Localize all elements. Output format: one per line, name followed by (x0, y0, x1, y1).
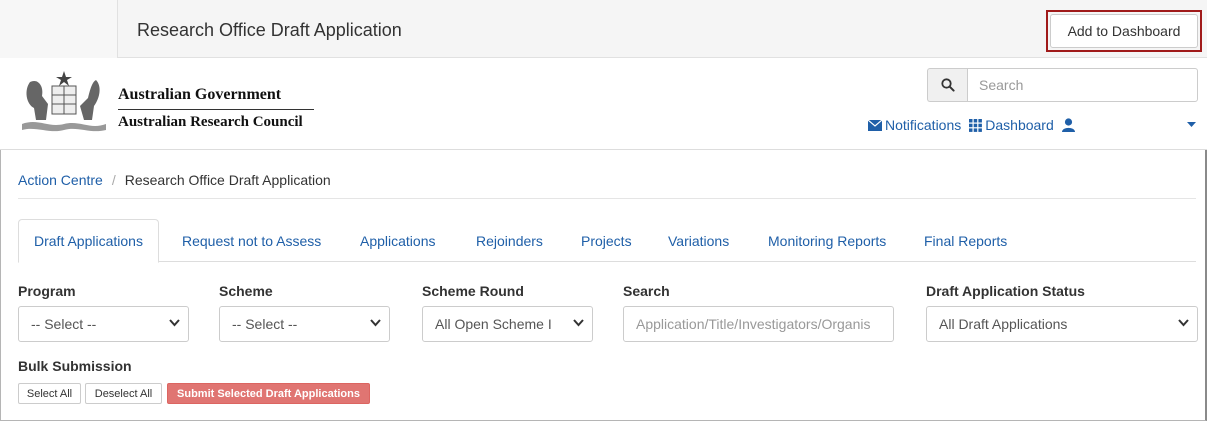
dashboard-label: Dashboard (985, 117, 1054, 133)
envelope-icon (868, 119, 882, 131)
program-select[interactable]: -- Select -- (18, 306, 189, 342)
search-filter-label: Search (623, 283, 670, 299)
grid-icon (969, 118, 983, 132)
application-search-input[interactable] (623, 306, 894, 342)
bulk-submission-label: Bulk Submission (18, 358, 132, 374)
chevron-down-icon (169, 319, 180, 327)
chevron-down-icon (370, 319, 381, 327)
status-label: Draft Application Status (926, 283, 1085, 299)
tab-monitoring-reports[interactable]: Monitoring Reports (753, 219, 901, 262)
program-label: Program (18, 283, 76, 299)
breadcrumb-divider (18, 198, 1196, 199)
program-select-value: -- Select -- (31, 316, 97, 332)
breadcrumb-action-centre[interactable]: Action Centre (18, 172, 103, 188)
scheme-round-select-value: All Open Scheme I (435, 316, 552, 332)
header-search (927, 68, 1198, 102)
chevron-down-icon (1178, 319, 1189, 327)
notifications-label: Notifications (885, 117, 962, 133)
coat-of-arms-logo (22, 71, 106, 132)
breadcrumb-current: Research Office Draft Application (124, 172, 331, 188)
title-bar: Research Office Draft Application Add to… (0, 0, 1207, 58)
tab-rejoinders[interactable]: Rejoinders (461, 219, 558, 262)
chevron-down-icon (573, 319, 584, 327)
search-input[interactable] (967, 68, 1198, 102)
tab-request-not-to-assess[interactable]: Request not to Assess (167, 219, 336, 262)
tab-bar: Draft Applications Request not to Assess… (18, 219, 1196, 263)
scheme-round-label: Scheme Round (422, 283, 524, 299)
breadcrumb-separator: / (111, 172, 116, 188)
deselect-all-button[interactable]: Deselect All (85, 383, 162, 404)
status-select-value: All Draft Applications (939, 316, 1068, 332)
user-menu-link[interactable] (1061, 118, 1078, 132)
gov-line-1: Australian Government (118, 86, 282, 103)
scheme-select-value: -- Select -- (232, 316, 298, 332)
scheme-label: Scheme (219, 283, 273, 299)
add-dashboard-highlight: Add to Dashboard (1046, 10, 1202, 52)
search-icon (940, 78, 955, 92)
tab-final-reports[interactable]: Final Reports (909, 219, 1022, 262)
caret-down-icon[interactable] (1187, 122, 1196, 128)
gov-divider (118, 109, 314, 110)
breadcrumb: Action Centre / Research Office Draft Ap… (18, 172, 331, 188)
title-bar-left-cell (0, 0, 118, 58)
scheme-round-select[interactable]: All Open Scheme I (422, 306, 593, 342)
tab-draft-applications[interactable]: Draft Applications (18, 219, 159, 263)
gov-line-2: Australian Research Council (118, 114, 303, 130)
user-icon (1061, 118, 1075, 132)
site-header: Australian Government Australian Researc… (0, 58, 1207, 150)
tab-projects[interactable]: Projects (566, 219, 647, 262)
notifications-link[interactable]: Notifications (868, 117, 961, 133)
search-button[interactable] (927, 68, 967, 102)
submit-selected-button[interactable]: Submit Selected Draft Applications (167, 383, 370, 404)
scheme-select[interactable]: -- Select -- (219, 306, 390, 342)
header-nav: Notifications Dashboard (868, 115, 1086, 135)
page-title: Research Office Draft Application (137, 20, 402, 40)
status-select[interactable]: All Draft Applications (926, 306, 1198, 342)
dashboard-link[interactable]: Dashboard (969, 117, 1054, 133)
select-all-button[interactable]: Select All (18, 383, 81, 404)
add-to-dashboard-button[interactable]: Add to Dashboard (1050, 14, 1198, 48)
tab-applications[interactable]: Applications (345, 219, 451, 262)
tab-variations[interactable]: Variations (653, 219, 744, 262)
